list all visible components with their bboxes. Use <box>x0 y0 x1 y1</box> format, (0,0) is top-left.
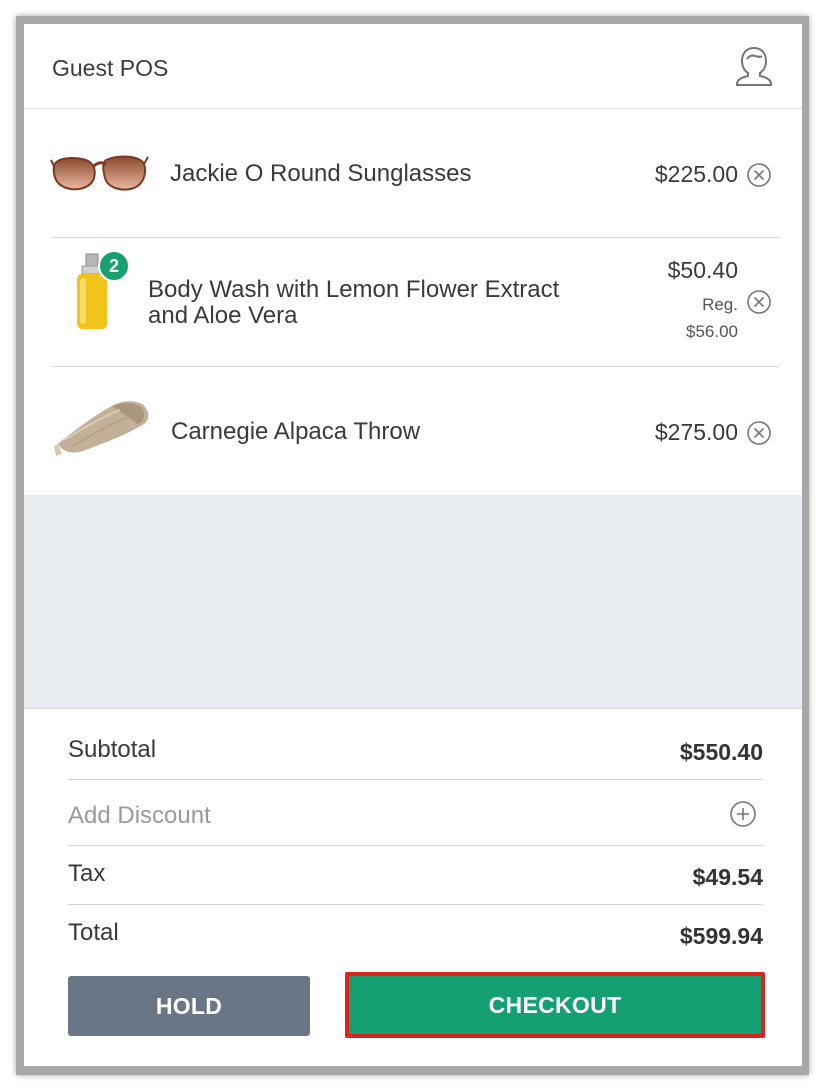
item-price: $50.40 <box>667 257 738 283</box>
cart-header: Guest POS <box>24 24 802 109</box>
item-divider <box>51 237 779 238</box>
subtotal-value: $550.40 <box>679 739 763 765</box>
tax-label: Tax <box>68 860 106 887</box>
tax-value: $49.54 <box>692 864 763 890</box>
hold-button[interactable]: HOLD <box>68 976 310 1036</box>
quantity-badge: 2 <box>98 250 130 282</box>
remove-item-icon[interactable] <box>746 289 772 315</box>
plus-circle-icon[interactable] <box>729 800 757 828</box>
sunglasses-thumbnail <box>50 155 149 191</box>
tax-row: Tax $49.54 <box>68 846 763 905</box>
regular-price: $56.00 <box>686 322 738 341</box>
item-name: Jackie O Round Sunglasses <box>170 160 472 187</box>
add-discount-link[interactable]: Add Discount <box>68 802 211 830</box>
total-value: $599.94 <box>679 923 763 949</box>
total-row: Total $599.94 <box>68 905 763 963</box>
item-price: $275.00 <box>654 419 738 445</box>
item-divider <box>51 366 779 367</box>
regular-price-label: Reg. <box>702 295 738 314</box>
item-name-line-1: Body Wash with Lemon Flower Extract <box>148 276 560 303</box>
item-name: Carnegie Alpaca Throw <box>171 418 421 445</box>
total-label: Total <box>68 919 119 946</box>
checkout-button[interactable]: CHECKOUT <box>345 972 765 1038</box>
page-title: Guest POS <box>52 55 169 81</box>
remove-item-icon[interactable] <box>746 420 772 446</box>
item-name-line-2: and Aloe Vera <box>148 302 298 329</box>
pos-cart-panel: Guest POS Jackie O Round Sunglasses $225… <box>24 24 802 1066</box>
customer-profile-icon[interactable] <box>734 45 774 87</box>
item-price: $225.00 <box>654 161 738 187</box>
empty-cart-area <box>24 495 802 709</box>
remove-item-icon[interactable] <box>746 162 772 188</box>
alpaca-throw-thumbnail <box>54 401 149 456</box>
subtotal-label: Subtotal <box>68 736 157 763</box>
discount-row[interactable]: Add Discount <box>68 780 763 846</box>
subtotal-row: Subtotal $550.40 <box>68 724 763 780</box>
